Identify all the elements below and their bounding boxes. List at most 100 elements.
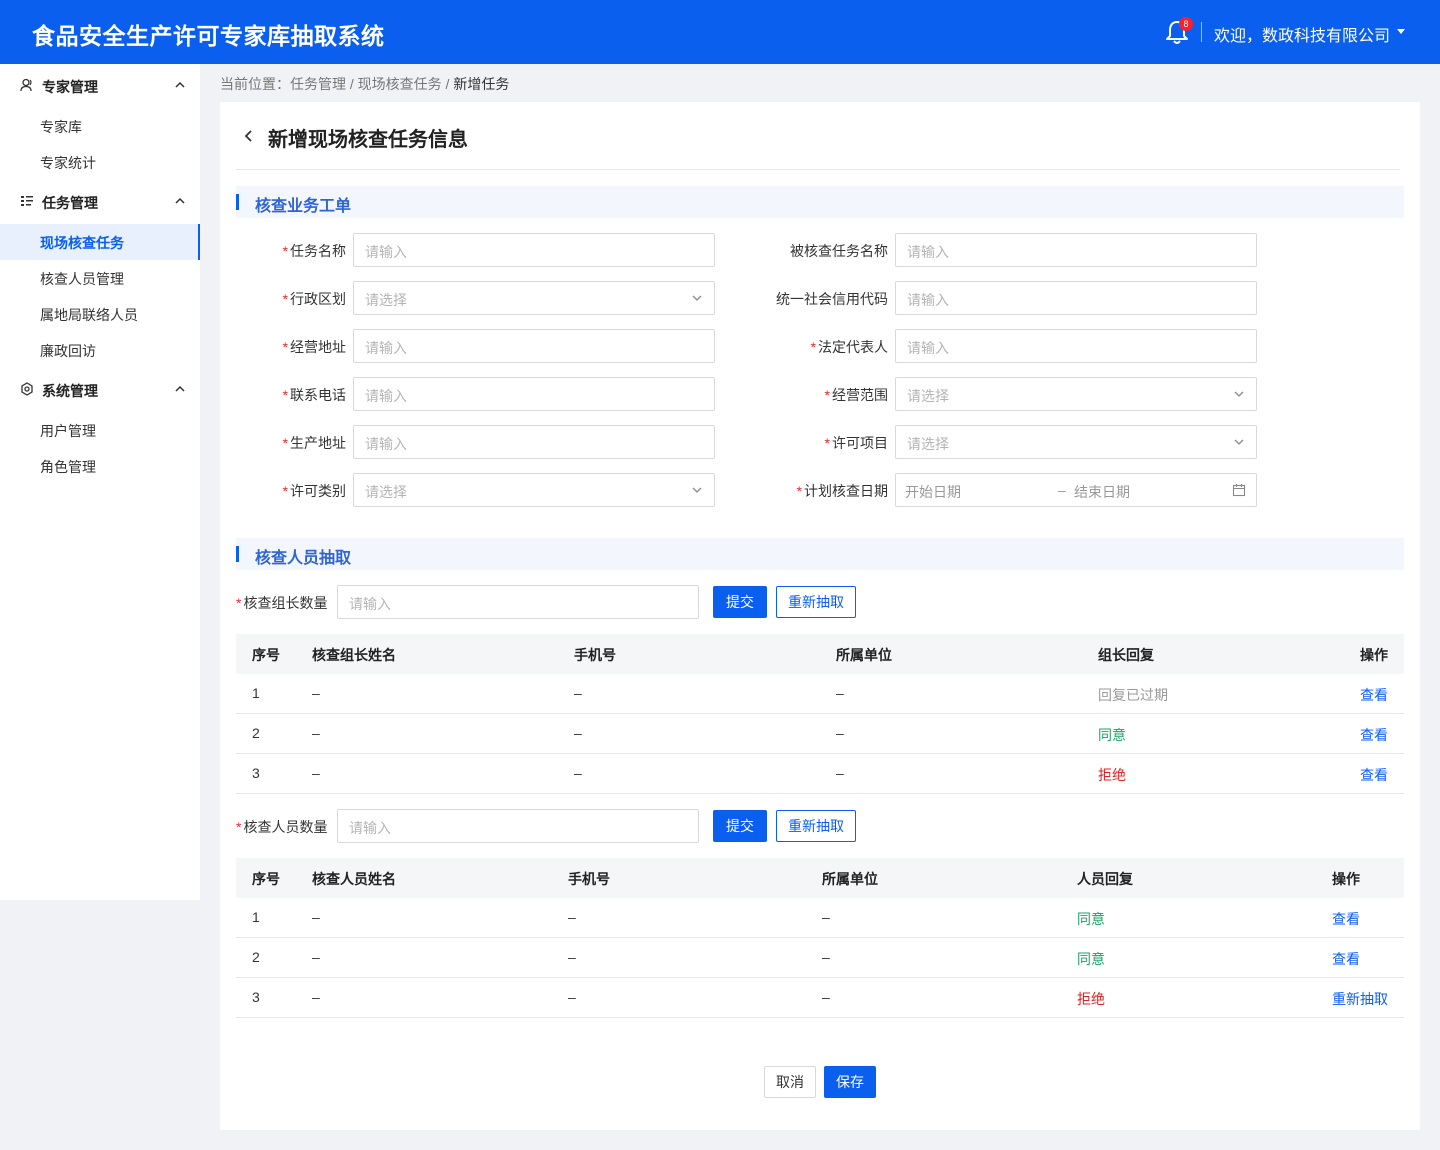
- column-header: 手机号: [574, 647, 616, 663]
- plan-date-range[interactable]: 开始日期 – 结束日期: [895, 473, 1257, 507]
- inspected-name-input[interactable]: 请输入: [895, 233, 1257, 267]
- column-header: 核查组长姓名: [312, 647, 396, 663]
- sidebar-group-expert[interactable]: 专家管理: [0, 64, 200, 108]
- header-divider: [1201, 22, 1202, 42]
- cell-phone: –: [568, 909, 576, 925]
- column-header: 序号: [252, 871, 280, 887]
- breadcrumb-path[interactable]: 任务管理 / 现场核查任务 /: [290, 76, 453, 92]
- task-name-label: * 任务名称: [282, 243, 346, 259]
- reply-status: 拒绝: [1098, 767, 1126, 783]
- caret-down-icon[interactable]: [1397, 29, 1405, 34]
- cell-phone: –: [574, 765, 582, 781]
- column-header: 序号: [252, 647, 280, 663]
- breadcrumb: 当前位置：任务管理 / 现场核查任务 / 新增任务: [220, 74, 509, 94]
- leader-table: 序号 核查组长姓名 手机号 所属单位 组长回复 操作 1 – – – 回复已过期…: [236, 634, 1404, 794]
- sidebar-item-user-mgmt[interactable]: 用户管理: [0, 412, 200, 448]
- sidebar-item-label: 核查人员管理: [40, 271, 124, 287]
- save-button[interactable]: 保存: [824, 1066, 876, 1098]
- biz-address-input[interactable]: 请输入: [353, 329, 715, 363]
- view-link[interactable]: 查看: [1332, 909, 1360, 929]
- cell-no: 1: [252, 685, 260, 701]
- cell-no: 2: [252, 949, 260, 965]
- sidebar-item-inspector-mgmt[interactable]: 核查人员管理: [0, 260, 200, 296]
- task-name-input[interactable]: 请输入: [353, 233, 715, 267]
- sidebar-group-label: 任务管理: [42, 195, 98, 211]
- member-redraw-button[interactable]: 重新抽取: [776, 810, 856, 842]
- view-link[interactable]: 查看: [1360, 725, 1388, 745]
- column-header: 人员回复: [1077, 871, 1133, 887]
- column-header: 所属单位: [822, 871, 878, 887]
- biz-scope-select[interactable]: 请选择: [895, 377, 1257, 411]
- main-panel: 新增现场核查任务信息 核查业务工单 * 任务名称 请输入 被核查任务名称 请输入 …: [220, 102, 1420, 1130]
- inspected-name-label: 被核查任务名称: [790, 243, 888, 259]
- chevron-down-icon: [692, 487, 702, 493]
- sidebar-item-expert-stats[interactable]: 专家统计: [0, 144, 200, 180]
- phone-input[interactable]: 请输入: [353, 377, 715, 411]
- table-row: 3 – – – 拒绝 查看: [236, 754, 1404, 794]
- sidebar-item-onsite-task[interactable]: 现场核查任务: [0, 224, 200, 260]
- cancel-button[interactable]: 取消: [764, 1066, 816, 1098]
- phone-label: * 联系电话: [282, 387, 346, 403]
- sidebar-item-integrity-visit[interactable]: 廉政回访: [0, 332, 200, 368]
- cell-phone: –: [568, 989, 576, 1005]
- member-count-input[interactable]: 请输入: [337, 809, 699, 843]
- view-link[interactable]: 查看: [1332, 949, 1360, 969]
- end-date-input[interactable]: 结束日期: [1074, 482, 1130, 502]
- start-date-input[interactable]: 开始日期: [905, 482, 961, 502]
- user-icon: [20, 78, 32, 92]
- reply-status: 回复已过期: [1098, 687, 1168, 703]
- sidebar-item-label: 用户管理: [40, 423, 96, 439]
- cell-phone: –: [574, 685, 582, 701]
- section-title: 核查业务工单: [255, 198, 352, 215]
- chevron-up-icon[interactable]: [174, 385, 186, 393]
- biz-scope-label: * 经营范围: [824, 387, 888, 403]
- license-type-label: * 许可类别: [282, 483, 346, 499]
- view-link[interactable]: 查看: [1360, 685, 1388, 705]
- sidebar-group-task[interactable]: 任务管理: [0, 180, 200, 224]
- column-header: 核查人员姓名: [312, 871, 396, 887]
- cell-name: –: [312, 765, 320, 781]
- leader-redraw-button[interactable]: 重新抽取: [776, 586, 856, 618]
- gear-icon: [21, 382, 33, 396]
- cell-no: 2: [252, 725, 260, 741]
- back-arrow-icon[interactable]: [244, 128, 254, 144]
- list-icon: [21, 196, 33, 206]
- license-type-select[interactable]: 请选择: [353, 473, 715, 507]
- table-row: 2 – – – 同意 查看: [236, 714, 1404, 754]
- sidebar-item-role-mgmt[interactable]: 角色管理: [0, 448, 200, 484]
- cell-unit: –: [822, 989, 830, 1005]
- view-link[interactable]: 查看: [1360, 765, 1388, 785]
- chevron-up-icon[interactable]: [174, 197, 186, 205]
- sidebar-item-expert-library[interactable]: 专家库: [0, 108, 200, 144]
- prod-address-input[interactable]: 请输入: [353, 425, 715, 459]
- cell-unit: –: [836, 725, 844, 741]
- credit-code-input[interactable]: 请输入: [895, 281, 1257, 315]
- legal-rep-input[interactable]: 请输入: [895, 329, 1257, 363]
- sidebar-group-system[interactable]: 系统管理: [0, 368, 200, 412]
- cell-name: –: [312, 989, 320, 1005]
- table-header: 序号 核查组长姓名 手机号 所属单位 组长回复 操作: [236, 634, 1404, 674]
- reply-status: 同意: [1077, 911, 1105, 927]
- column-header: 操作: [1360, 647, 1388, 663]
- redraw-link[interactable]: 重新抽取: [1332, 989, 1388, 1009]
- credit-code-label: 统一社会信用代码: [776, 291, 888, 307]
- sidebar: 专家管理 专家库 专家统计 任务管理 现场核查任务 核查人员管理 属地局联络人员…: [0, 64, 200, 900]
- sidebar-item-local-contacts[interactable]: 属地局联络人员: [0, 296, 200, 332]
- region-select[interactable]: 请选择: [353, 281, 715, 315]
- user-menu[interactable]: 欢迎，数政科技有限公司: [1214, 22, 1390, 46]
- cell-name: –: [312, 685, 320, 701]
- column-header: 操作: [1332, 871, 1360, 887]
- chevron-up-icon[interactable]: [174, 81, 186, 89]
- leader-count-input[interactable]: 请输入: [337, 585, 699, 619]
- table-row: 1 – – – 同意 查看: [236, 898, 1404, 938]
- prod-address-label: * 生产地址: [282, 435, 346, 451]
- license-item-select[interactable]: 请选择: [895, 425, 1257, 459]
- member-submit-button[interactable]: 提交: [713, 810, 767, 842]
- plan-date-label: * 计划核查日期: [796, 483, 888, 499]
- biz-address-label: * 经营地址: [282, 339, 346, 355]
- table-header: 序号 核查人员姓名 手机号 所属单位 人员回复 操作: [236, 858, 1404, 898]
- sidebar-item-label: 专家统计: [40, 155, 96, 171]
- leader-submit-button[interactable]: 提交: [713, 586, 767, 618]
- leader-count-label: * 核查组长数量: [236, 595, 328, 611]
- section-header-draw: 核查人员抽取: [236, 538, 1404, 570]
